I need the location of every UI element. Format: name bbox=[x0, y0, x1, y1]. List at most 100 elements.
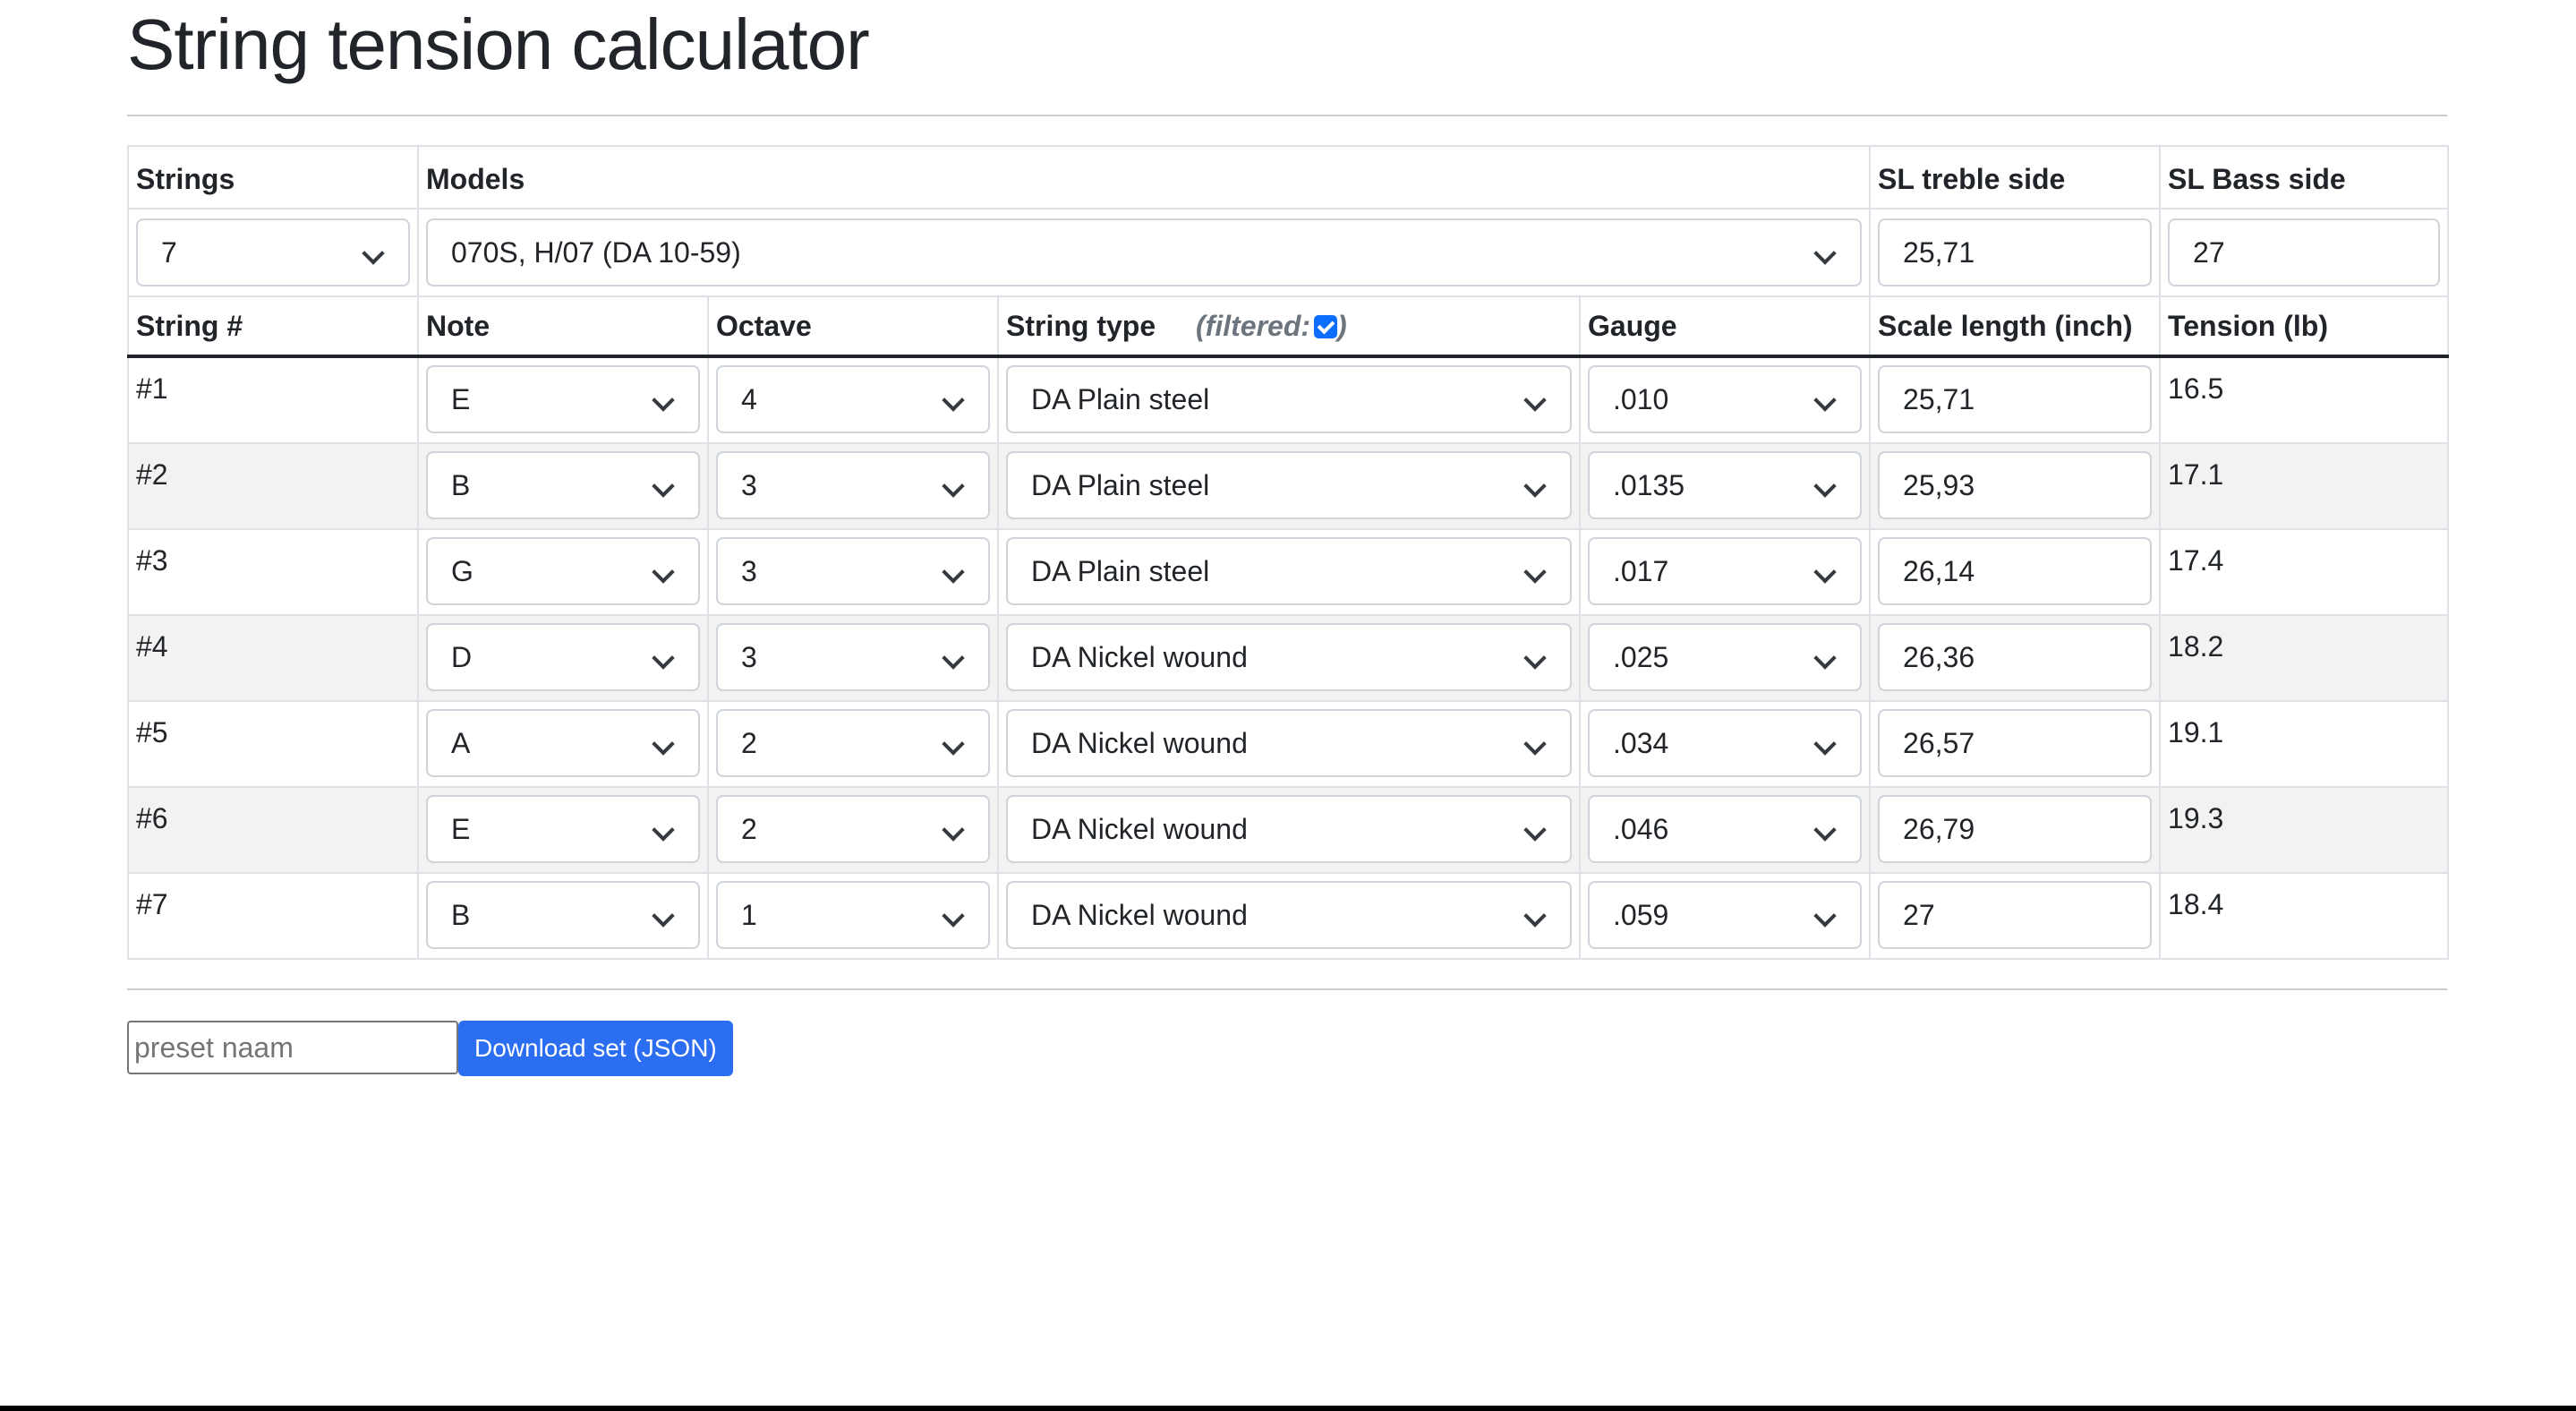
scale-length-cell: 25,71 bbox=[1869, 355, 2162, 444]
scale-length-cell: 25,93 bbox=[1869, 442, 2162, 530]
octave-select[interactable]: 2 bbox=[716, 795, 990, 863]
string-type-select[interactable]: DA Nickel wound bbox=[1006, 623, 1572, 691]
scale-length-cell: 26,79 bbox=[1869, 786, 2162, 874]
string-type-select[interactable]: DA Plain steel bbox=[1006, 365, 1572, 433]
gauge-cell: .017 bbox=[1578, 528, 1872, 616]
chevron-down-icon bbox=[1523, 818, 1547, 842]
scale-length-value: 26,14 bbox=[1903, 554, 1975, 587]
string-type-header-label: String type bbox=[1006, 309, 1156, 342]
octave-value: 2 bbox=[741, 812, 757, 845]
note-value: B bbox=[451, 898, 471, 931]
chevron-down-icon bbox=[1523, 475, 1547, 498]
tension-cell: 18.2 bbox=[2159, 614, 2450, 702]
sl-treble-input-value: 25,71 bbox=[1903, 235, 1975, 269]
octave-cell: 3 bbox=[707, 614, 999, 702]
scale-length-input[interactable]: 25,71 bbox=[1878, 365, 2153, 433]
string-num: #6 bbox=[136, 802, 168, 834]
table-row: #3 G 3 DA Plain steel .017 26,14 17.4 bbox=[127, 528, 2450, 616]
scale-length-cell: 26,36 bbox=[1869, 614, 2162, 702]
main-container: String tension calculator Strings Models… bbox=[127, 0, 2450, 1076]
octave-select[interactable]: 2 bbox=[716, 709, 990, 777]
note-value: E bbox=[451, 382, 471, 415]
model-select[interactable]: 070S, H/07 (DA 10-59) bbox=[426, 218, 1863, 286]
octave-cell: 2 bbox=[707, 700, 999, 788]
chevron-down-icon bbox=[1523, 732, 1547, 756]
octave-select[interactable]: 4 bbox=[716, 365, 990, 433]
note-select[interactable]: E bbox=[426, 365, 700, 433]
table-row: #5 A 2 DA Nickel wound .034 26,57 19.1 bbox=[127, 700, 2450, 788]
sl-bass-cell: 27 bbox=[2159, 208, 2450, 297]
chevron-down-icon bbox=[652, 560, 675, 584]
octave-value: 3 bbox=[741, 640, 757, 673]
table-row: #4 D 3 DA Nickel wound .025 26,36 18.2 bbox=[127, 614, 2450, 702]
sl-treble-input[interactable]: 25,71 bbox=[1878, 218, 2153, 286]
gauge-cell: .059 bbox=[1578, 872, 1872, 960]
filtered-checkbox[interactable] bbox=[1314, 314, 1338, 338]
note-cell: B bbox=[417, 872, 709, 960]
chevron-down-icon bbox=[1523, 904, 1547, 928]
note-select[interactable]: G bbox=[426, 537, 700, 605]
scale-length-value: 26,57 bbox=[1903, 726, 1975, 759]
preset-name-input[interactable] bbox=[127, 1021, 458, 1074]
string-type-select[interactable]: DA Nickel wound bbox=[1006, 709, 1572, 777]
gauge-value: .025 bbox=[1613, 640, 1669, 673]
strings-header: Strings bbox=[127, 145, 419, 210]
octave-select[interactable]: 3 bbox=[716, 623, 990, 691]
string-type-select[interactable]: DA Plain steel bbox=[1006, 451, 1572, 519]
scale-length-input[interactable]: 26,79 bbox=[1878, 795, 2153, 863]
strings-select-value: 7 bbox=[161, 235, 177, 269]
note-select[interactable]: E bbox=[426, 795, 700, 863]
table-row: #1 E 4 DA Plain steel .010 25,71 16.5 bbox=[127, 355, 2450, 444]
scale-length-cell: 26,14 bbox=[1869, 528, 2162, 616]
string-type-select[interactable]: DA Nickel wound bbox=[1006, 795, 1572, 863]
chevron-down-icon bbox=[1813, 818, 1837, 842]
string-type-select[interactable]: DA Nickel wound bbox=[1006, 881, 1572, 949]
string-type-cell: DA Plain steel bbox=[997, 355, 1581, 444]
scale-length-input[interactable]: 26,36 bbox=[1878, 623, 2153, 691]
chevron-down-icon bbox=[1813, 646, 1837, 670]
scale-length-value: 26,79 bbox=[1903, 812, 1975, 845]
settings-header-row: Strings Models SL treble side SL Bass si… bbox=[127, 145, 2450, 210]
note-select[interactable]: D bbox=[426, 623, 700, 691]
scale-length-input[interactable]: 25,93 bbox=[1878, 451, 2153, 519]
tension-cell: 17.4 bbox=[2159, 528, 2450, 616]
scale-length-input[interactable]: 27 bbox=[1878, 881, 2153, 949]
string-type-select[interactable]: DA Plain steel bbox=[1006, 537, 1572, 605]
gauge-value: .017 bbox=[1613, 554, 1669, 587]
gauge-select[interactable]: .059 bbox=[1588, 881, 1863, 949]
gauge-select[interactable]: .010 bbox=[1588, 365, 1863, 433]
note-select[interactable]: B bbox=[426, 881, 700, 949]
gauge-select[interactable]: .025 bbox=[1588, 623, 1863, 691]
gauge-select[interactable]: .034 bbox=[1588, 709, 1863, 777]
chevron-down-icon bbox=[1813, 475, 1837, 498]
string-num-cell: #1 bbox=[127, 355, 419, 444]
gauge-select[interactable]: .0135 bbox=[1588, 451, 1863, 519]
scale-length-input[interactable]: 26,14 bbox=[1878, 537, 2153, 605]
tension-cell: 19.3 bbox=[2159, 786, 2450, 874]
string-num-cell: #7 bbox=[127, 872, 419, 960]
sl-bass-input[interactable]: 27 bbox=[2168, 218, 2441, 286]
strings-select[interactable]: 7 bbox=[136, 218, 410, 286]
octave-value: 3 bbox=[741, 554, 757, 587]
chevron-down-icon bbox=[942, 732, 965, 756]
octave-select[interactable]: 3 bbox=[716, 537, 990, 605]
scale-length-value: 25,71 bbox=[1903, 382, 1975, 415]
chevron-down-icon bbox=[652, 475, 675, 498]
gauge-cell: .0135 bbox=[1578, 442, 1872, 530]
note-select[interactable]: B bbox=[426, 451, 700, 519]
chevron-down-icon bbox=[1813, 732, 1837, 756]
octave-cell: 3 bbox=[707, 528, 999, 616]
chevron-down-icon bbox=[1523, 560, 1547, 584]
chevron-down-icon bbox=[942, 646, 965, 670]
string-num: #7 bbox=[136, 888, 168, 920]
download-set-button[interactable]: Download set (JSON) bbox=[458, 1021, 733, 1076]
note-select[interactable]: A bbox=[426, 709, 700, 777]
octave-select[interactable]: 3 bbox=[716, 451, 990, 519]
gauge-select[interactable]: .017 bbox=[1588, 537, 1863, 605]
octave-select[interactable]: 1 bbox=[716, 881, 990, 949]
string-type-value: DA Plain steel bbox=[1031, 554, 1210, 587]
gauge-cell: .046 bbox=[1578, 786, 1872, 874]
scale-length-input[interactable]: 26,57 bbox=[1878, 709, 2153, 777]
string-num: #2 bbox=[136, 458, 168, 491]
gauge-select[interactable]: .046 bbox=[1588, 795, 1863, 863]
